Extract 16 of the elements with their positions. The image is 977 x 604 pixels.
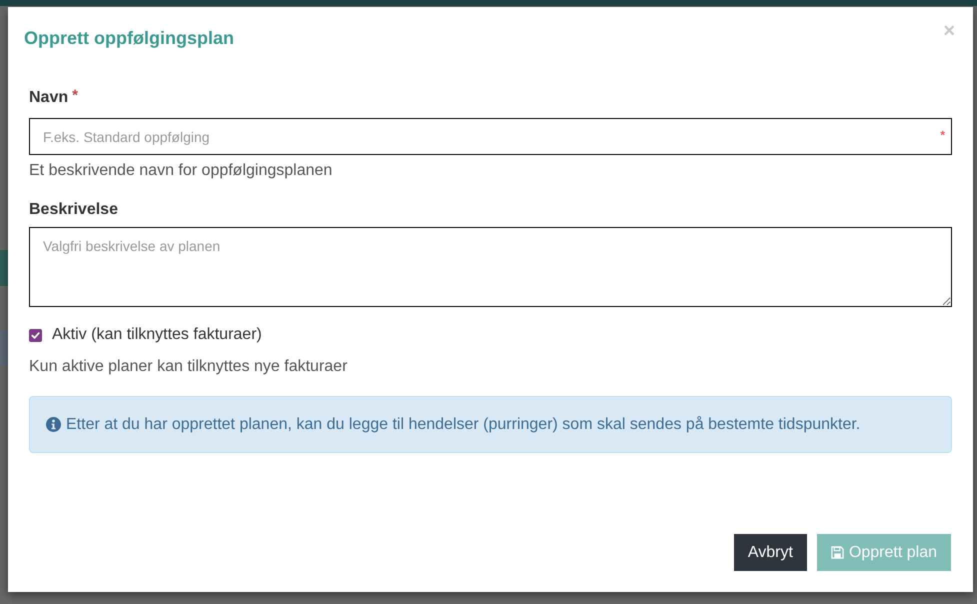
textarea-input[interactable]: Valgfri beskrivelse av planen — [29, 227, 952, 307]
help-text: Kun aktive planer kan tilknyttes nye fakturaer — [29, 357, 348, 377]
save-icon — [830, 546, 844, 559]
field-label: Beskrivelse — [29, 200, 118, 220]
field-label: Navn — [29, 88, 68, 108]
checkbox-label[interactable]: Aktiv (kan tilknyttes fakturaer) — [52, 324, 262, 346]
help-text: Et beskrivende navn for oppfølgingsplanen — [29, 161, 334, 181]
required-mark: * — [72, 87, 78, 105]
required-mark: * — [940, 128, 945, 142]
cancel-button[interactable]: Avbryt — [734, 534, 807, 571]
checkbox[interactable] — [29, 328, 42, 342]
background-page-block — [0, 250, 8, 286]
dialog-title: Opprett oppfølgingsplan — [24, 27, 234, 49]
alert-text: Etter at du har opprettet planen, kan du legge til hendelser (purringer) som skal sendes på bestemte tidspunkter. — [66, 414, 860, 434]
info-icon — [46, 417, 61, 432]
background-page-block — [0, 330, 8, 366]
